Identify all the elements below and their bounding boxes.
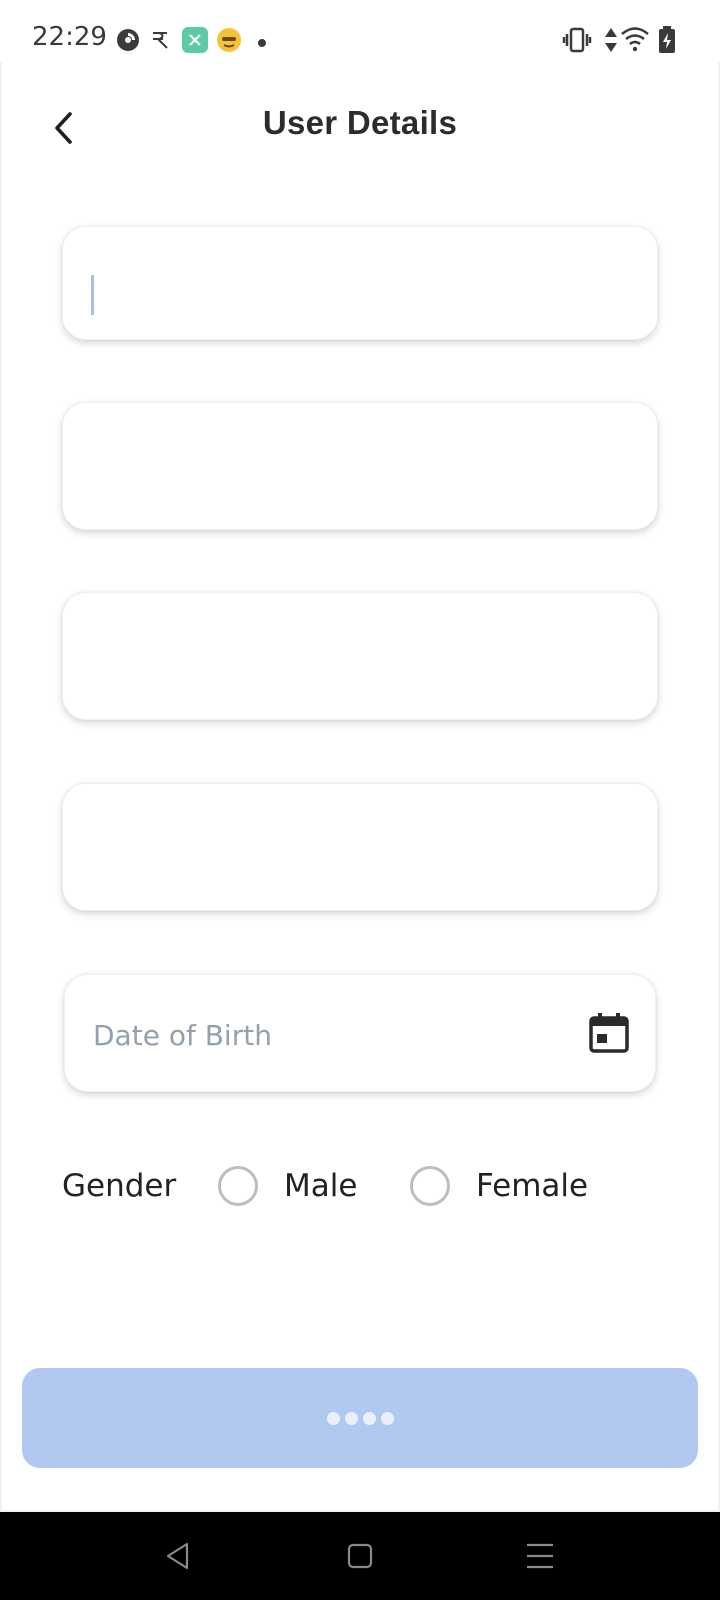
recents-menu-icon [527, 1543, 553, 1569]
battery-charging-icon [658, 26, 676, 59]
page-title: User Details [262, 104, 458, 141]
gender-label: Gender [62, 1168, 177, 1204]
nav-recents-button[interactable] [516, 1532, 564, 1580]
male-label[interactable]: Male [284, 1168, 357, 1204]
text-field-2[interactable] [62, 402, 658, 530]
dob-placeholder: Date of Birth [93, 1019, 272, 1052]
dob-field[interactable]: Date of Birth [64, 974, 656, 1092]
notification-dot-icon [257, 35, 267, 53]
calendar-icon[interactable] [587, 1011, 631, 1055]
female-label[interactable]: Female [476, 1168, 588, 1204]
home-square-icon [347, 1543, 373, 1569]
green-app-icon [182, 27, 208, 58]
emoji-app-icon [216, 27, 242, 58]
pocket-casts-icon [116, 28, 140, 57]
text-input-2[interactable] [63, 403, 657, 529]
text-input-4[interactable] [63, 784, 657, 910]
navigation-bar [0, 1512, 720, 1600]
text-cursor [91, 275, 94, 315]
rupee-app-icon [150, 30, 172, 55]
vibrate-icon [562, 27, 592, 58]
submit-button[interactable] [22, 1368, 698, 1468]
loading-dots-icon [326, 1411, 394, 1425]
text-field-3[interactable] [62, 592, 658, 720]
text-field-4[interactable] [62, 783, 658, 911]
male-radio[interactable] [218, 1166, 258, 1206]
status-bar: 22:29 [0, 0, 720, 80]
data-arrows-icon [604, 26, 618, 59]
wifi-icon [620, 26, 650, 57]
text-input-1[interactable] [63, 227, 657, 339]
text-input-3[interactable] [63, 593, 657, 719]
female-radio[interactable] [410, 1166, 450, 1206]
text-field-1[interactable] [62, 226, 658, 340]
status-time: 22:29 [32, 22, 107, 52]
screen: 22:29 User Details Date of Birth Gender … [0, 0, 720, 1600]
nav-home-button[interactable] [336, 1532, 384, 1580]
back-triangle-icon [166, 1542, 189, 1570]
nav-back-button[interactable] [154, 1532, 202, 1580]
